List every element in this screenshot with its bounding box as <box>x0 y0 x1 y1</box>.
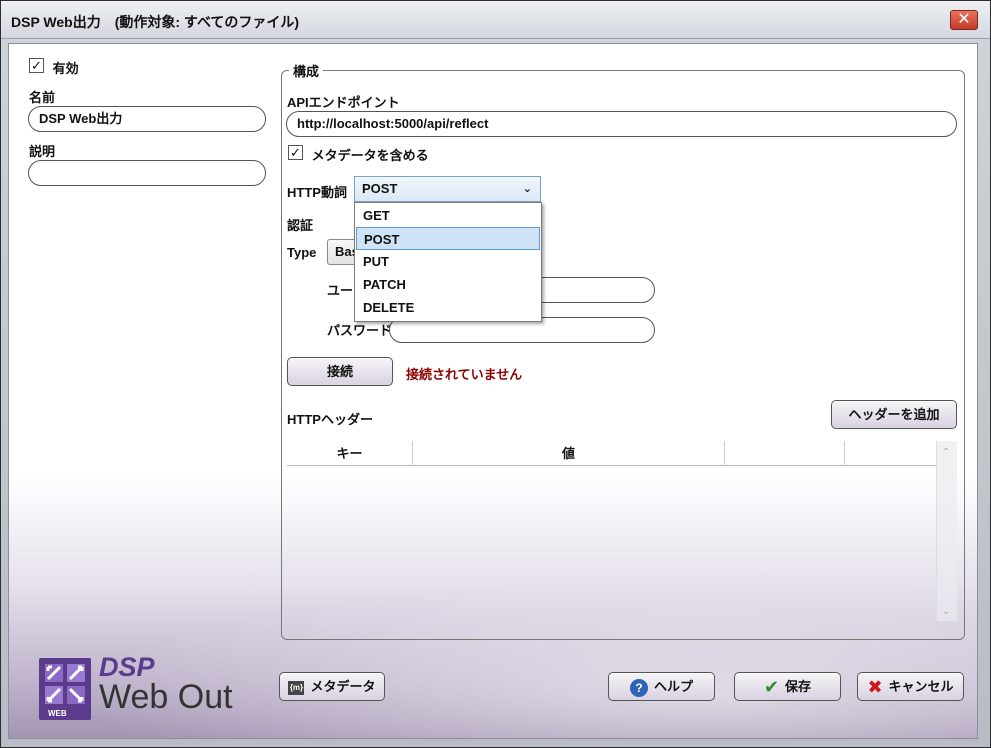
http-verb-label: HTTP動詞 <box>287 185 347 200</box>
close-button[interactable]: ✕ <box>950 10 978 30</box>
http-headers-label: HTTPヘッダー <box>287 412 373 427</box>
metadata-button[interactable]: {m} メタデータ <box>279 672 385 701</box>
close-icon: ✕ <box>957 11 971 28</box>
dropdown-option-put[interactable]: PUT <box>356 250 540 273</box>
http-verb-value: POST <box>362 181 398 196</box>
chevron-down-icon: ⌄ <box>522 183 532 195</box>
help-button[interactable]: ? ヘルプ <box>608 672 715 701</box>
include-metadata-row[interactable]: ✓ メタデータを含める <box>288 145 429 164</box>
save-button-label: 保存 <box>785 679 812 694</box>
cancel-x-icon: ✖ <box>867 677 883 698</box>
dropdown-option-get[interactable]: GET <box>356 204 540 227</box>
table-header-row: キー 値 <box>287 441 937 466</box>
http-headers-table: キー 値 ⌃ ⌄ <box>287 441 959 621</box>
enabled-checkbox[interactable]: ✓ <box>29 58 44 73</box>
type-label: Type <box>287 245 317 260</box>
cancel-button-label: キャンセル <box>888 679 954 694</box>
name-input[interactable]: DSP Web出力 <box>28 106 266 132</box>
enabled-checkbox-row[interactable]: ✓ 有効 <box>29 58 79 77</box>
scroll-up-icon[interactable]: ⌃ <box>942 447 950 458</box>
description-label: 説明 <box>29 144 56 159</box>
dropdown-option-delete[interactable]: DELETE <box>356 296 540 319</box>
help-button-label: ヘルプ <box>653 679 693 694</box>
config-group-title: 構成 <box>289 61 324 80</box>
table-scrollbar[interactable]: ⌃ ⌄ <box>936 441 957 621</box>
description-input[interactable] <box>28 160 266 186</box>
dropdown-option-post[interactable]: POST <box>356 227 540 250</box>
logo-web-out-text: Web Out <box>99 678 233 716</box>
password-label: パスワード <box>327 323 393 338</box>
window-title: DSP Web出力 (動作対象: すべてのファイル) <box>11 14 300 30</box>
endpoint-input[interactable]: http://localhost:5000/api/reflect <box>286 111 957 137</box>
checkmark-icon: ✔ <box>763 677 780 698</box>
include-metadata-checkbox[interactable]: ✓ <box>288 145 303 160</box>
column-header-value[interactable]: 値 <box>413 441 725 466</box>
cancel-button[interactable]: ✖ キャンセル <box>857 672 964 701</box>
http-verb-dropdown: GET POST PUT PATCH DELETE <box>354 202 542 322</box>
save-button[interactable]: ✔ 保存 <box>734 672 841 701</box>
product-logo: WEB DSP Web Out <box>37 652 247 729</box>
connect-button[interactable]: 接続 <box>287 357 393 386</box>
add-header-button[interactable]: ヘッダーを追加 <box>831 400 957 429</box>
help-icon: ? <box>629 678 648 697</box>
column-header-extra-2[interactable] <box>845 441 937 466</box>
enabled-label: 有効 <box>52 61 79 76</box>
metadata-icon: {m} <box>288 680 305 695</box>
column-header-key[interactable]: キー <box>287 441 413 466</box>
http-verb-select[interactable]: POST ⌄ <box>354 176 541 202</box>
column-header-extra-1[interactable] <box>725 441 845 466</box>
dialog-body: ✓ 有効 名前 DSP Web出力 説明 構成 APIエンドポイント http:… <box>8 43 978 739</box>
endpoint-label: APIエンドポイント <box>287 95 400 110</box>
include-metadata-label: メタデータを含める <box>311 148 429 163</box>
dropdown-option-patch[interactable]: PATCH <box>356 273 540 296</box>
logo-badge: WEB <box>48 709 67 718</box>
metadata-button-label: メタデータ <box>310 679 376 694</box>
name-label: 名前 <box>29 90 56 105</box>
scroll-down-icon[interactable]: ⌄ <box>942 606 950 617</box>
username-label: ユー <box>327 283 354 298</box>
title-bar: DSP Web出力 (動作対象: すべてのファイル) ✕ <box>1 1 990 39</box>
connection-status: 接続されていません <box>406 367 523 382</box>
auth-label: 認証 <box>287 218 314 233</box>
dialog-window: DSP Web出力 (動作対象: すべてのファイル) ✕ ✓ 有効 名前 DSP… <box>0 0 991 748</box>
